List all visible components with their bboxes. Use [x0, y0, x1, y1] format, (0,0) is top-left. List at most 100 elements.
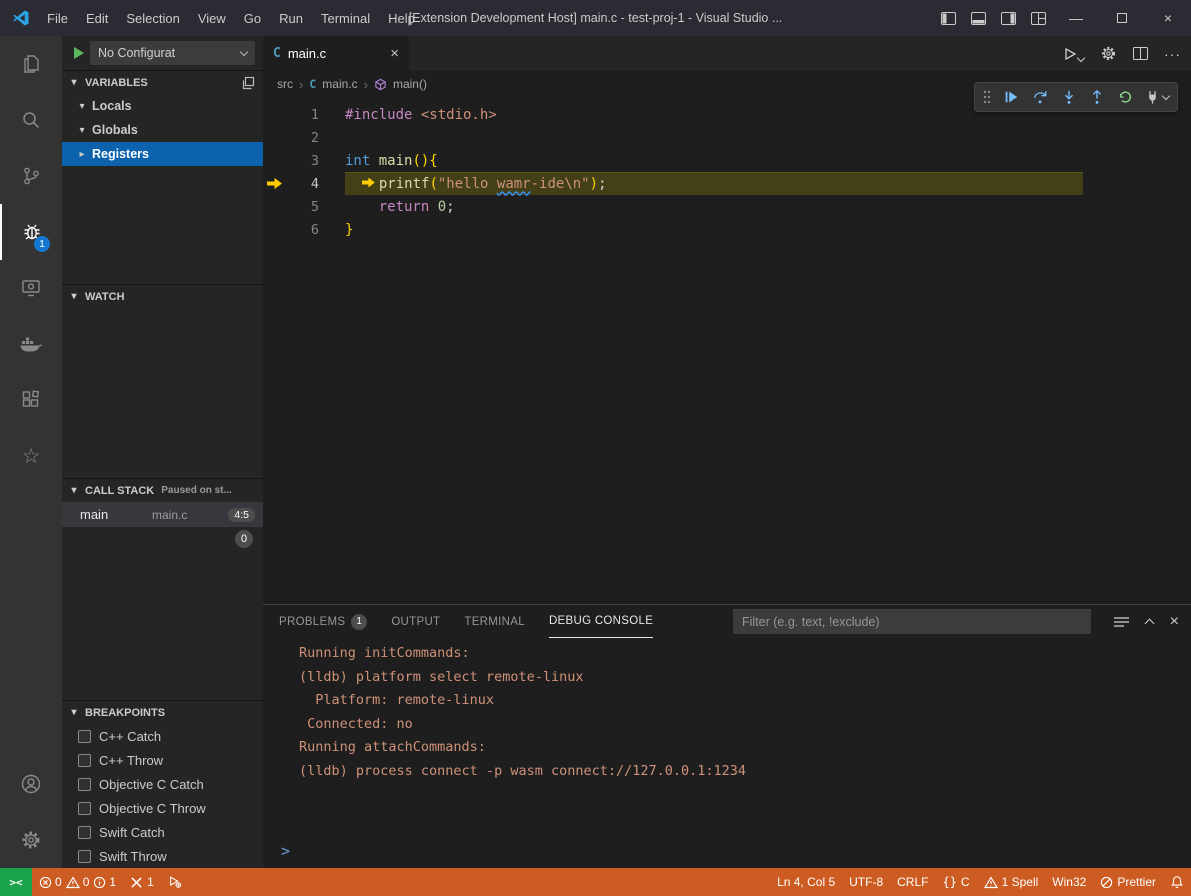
accounts-button[interactable]	[0, 756, 62, 812]
restart-icon[interactable]	[1117, 89, 1133, 105]
line-number[interactable]: 6	[285, 222, 319, 238]
sidebar-item-wamr[interactable]: ☆	[0, 428, 62, 484]
gear-icon[interactable]	[1100, 45, 1117, 62]
debug-status[interactable]	[161, 868, 189, 896]
breakpoint-objective-c-catch[interactable]: Objective C Catch	[62, 772, 263, 796]
debug-console-input[interactable]: >	[281, 842, 290, 860]
breadcrumb-file[interactable]: main.c	[322, 77, 357, 91]
checkbox-icon[interactable]	[78, 730, 91, 743]
encoding-indicator[interactable]: UTF-8	[842, 875, 890, 889]
step-over-icon[interactable]	[1031, 89, 1049, 105]
toolbar-drag-grip[interactable]	[983, 90, 991, 104]
spell-checker-status[interactable]: 1 Spell	[977, 875, 1046, 889]
glyph-margin[interactable]	[263, 172, 285, 195]
menu-file[interactable]: File	[38, 0, 77, 36]
line-number[interactable]: 3	[285, 153, 319, 169]
toggle-panel-icon[interactable]	[963, 0, 993, 36]
breakpoint-c-throw[interactable]: C++ Throw	[62, 748, 263, 772]
step-out-icon[interactable]	[1089, 89, 1105, 105]
more-actions-icon[interactable]: ···	[1164, 46, 1181, 62]
breakpoint-swift-throw[interactable]: Swift Throw	[62, 844, 263, 868]
glyph-margin[interactable]	[263, 195, 285, 218]
watch-section-header[interactable]: ▾ WATCH	[62, 284, 263, 308]
notifications-bell[interactable]	[1163, 875, 1191, 889]
close-panel-icon[interactable]: ×	[1170, 613, 1179, 631]
tab-main-c[interactable]: C main.c ×	[263, 36, 409, 71]
split-editor-icon[interactable]	[1133, 47, 1148, 60]
remote-indicator[interactable]: ><	[0, 868, 32, 896]
breakpoint-c-catch[interactable]: C++ Catch	[62, 724, 263, 748]
sidebar-item-remote-explorer[interactable]	[0, 260, 62, 316]
call-stack-section-header[interactable]: ▾ CALL STACK Paused on st...	[62, 478, 263, 502]
sidebar-item-source-control[interactable]	[0, 148, 62, 204]
code-line-3[interactable]: 3int main(){	[263, 149, 1191, 172]
customize-layout-icon[interactable]	[1023, 0, 1053, 36]
eol-indicator[interactable]: CRLF	[890, 875, 935, 889]
checkbox-icon[interactable]	[78, 802, 91, 815]
platform-target[interactable]: Win32	[1045, 875, 1093, 889]
tools-status[interactable]: 1	[123, 868, 161, 896]
code-area[interactable]: 1#include <stdio.h>23int main(){4 printf…	[263, 97, 1191, 241]
menu-run[interactable]: Run	[270, 0, 312, 36]
tab-close-icon[interactable]: ×	[390, 45, 399, 62]
sidebar-item-run-and-debug[interactable]: 1	[0, 204, 62, 260]
code-line-4[interactable]: 4 printf("hello wamr-ide\n");	[263, 172, 1191, 195]
variables-section-header[interactable]: ▾ VARIABLES	[62, 70, 263, 94]
breakpoint-objective-c-throw[interactable]: Objective C Throw	[62, 796, 263, 820]
cursor-position[interactable]: Ln 4, Col 5	[770, 875, 842, 889]
checkbox-icon[interactable]	[78, 850, 91, 863]
variables-item-locals[interactable]: ▾Locals	[62, 94, 263, 118]
breakpoint-swift-catch[interactable]: Swift Catch	[62, 820, 263, 844]
glyph-margin[interactable]	[263, 103, 285, 126]
menu-selection[interactable]: Selection	[117, 0, 188, 36]
sidebar-item-extensions[interactable]	[0, 372, 62, 428]
sidebar-item-docker[interactable]	[0, 316, 62, 372]
sidebar-item-search[interactable]	[0, 92, 62, 148]
breadcrumb-symbol[interactable]: main()	[393, 77, 427, 91]
line-number[interactable]: 2	[285, 130, 319, 146]
panel-tab-output[interactable]: OUTPUT	[391, 605, 440, 638]
glyph-margin[interactable]	[263, 218, 285, 241]
sidebar-item-explorer[interactable]	[0, 36, 62, 92]
glyph-margin[interactable]	[263, 149, 285, 172]
continue-icon[interactable]	[1003, 89, 1019, 105]
disconnect-icon[interactable]	[1145, 89, 1169, 105]
panel-tab-debug-console[interactable]: DEBUG CONSOLE	[549, 605, 653, 638]
variables-item-registers[interactable]: ▸Registers	[62, 142, 263, 166]
run-file-button[interactable]	[1063, 47, 1084, 61]
console-filter-input[interactable]	[733, 609, 1091, 634]
line-number[interactable]: 1	[285, 107, 319, 123]
checkbox-icon[interactable]	[78, 826, 91, 839]
debug-config-dropdown[interactable]: No Configurat	[90, 41, 255, 65]
toggle-primary-sidebar-icon[interactable]	[933, 0, 963, 36]
call-stack-frame[interactable]: main main.c 4:5	[62, 502, 263, 527]
breakpoints-section-header[interactable]: ▾ BREAKPOINTS	[62, 700, 263, 724]
menu-edit[interactable]: Edit	[77, 0, 117, 36]
close-button[interactable]: ×	[1145, 0, 1191, 36]
code-line-5[interactable]: 5 return 0;	[263, 195, 1191, 218]
collapse-all-icon[interactable]	[241, 76, 255, 90]
panel-tab-terminal[interactable]: TERMINAL	[464, 605, 525, 638]
menu-view[interactable]: View	[189, 0, 235, 36]
start-debugging-icon[interactable]	[74, 47, 84, 59]
formatter-status[interactable]: Prettier	[1093, 875, 1163, 889]
maximize-button[interactable]	[1099, 0, 1145, 36]
menu-terminal[interactable]: Terminal	[312, 0, 379, 36]
variables-item-globals[interactable]: ▾Globals	[62, 118, 263, 142]
code-line-6[interactable]: 6}	[263, 218, 1191, 241]
maximize-panel-icon[interactable]	[1144, 619, 1154, 629]
checkbox-icon[interactable]	[78, 778, 91, 791]
step-into-icon[interactable]	[1061, 89, 1077, 105]
panel-tab-problems[interactable]: PROBLEMS1	[279, 605, 367, 638]
minimize-button[interactable]: —	[1053, 0, 1099, 36]
language-mode[interactable]: {} C	[935, 875, 976, 889]
settings-button[interactable]	[0, 812, 62, 868]
line-number[interactable]: 4	[285, 176, 319, 192]
console-lines-icon[interactable]	[1114, 616, 1129, 628]
line-number[interactable]: 5	[285, 199, 319, 215]
toggle-secondary-sidebar-icon[interactable]	[993, 0, 1023, 36]
code-line-2[interactable]: 2	[263, 126, 1191, 149]
checkbox-icon[interactable]	[78, 754, 91, 767]
menu-go[interactable]: Go	[235, 0, 270, 36]
problems-status[interactable]: 0 0 1	[32, 868, 123, 896]
